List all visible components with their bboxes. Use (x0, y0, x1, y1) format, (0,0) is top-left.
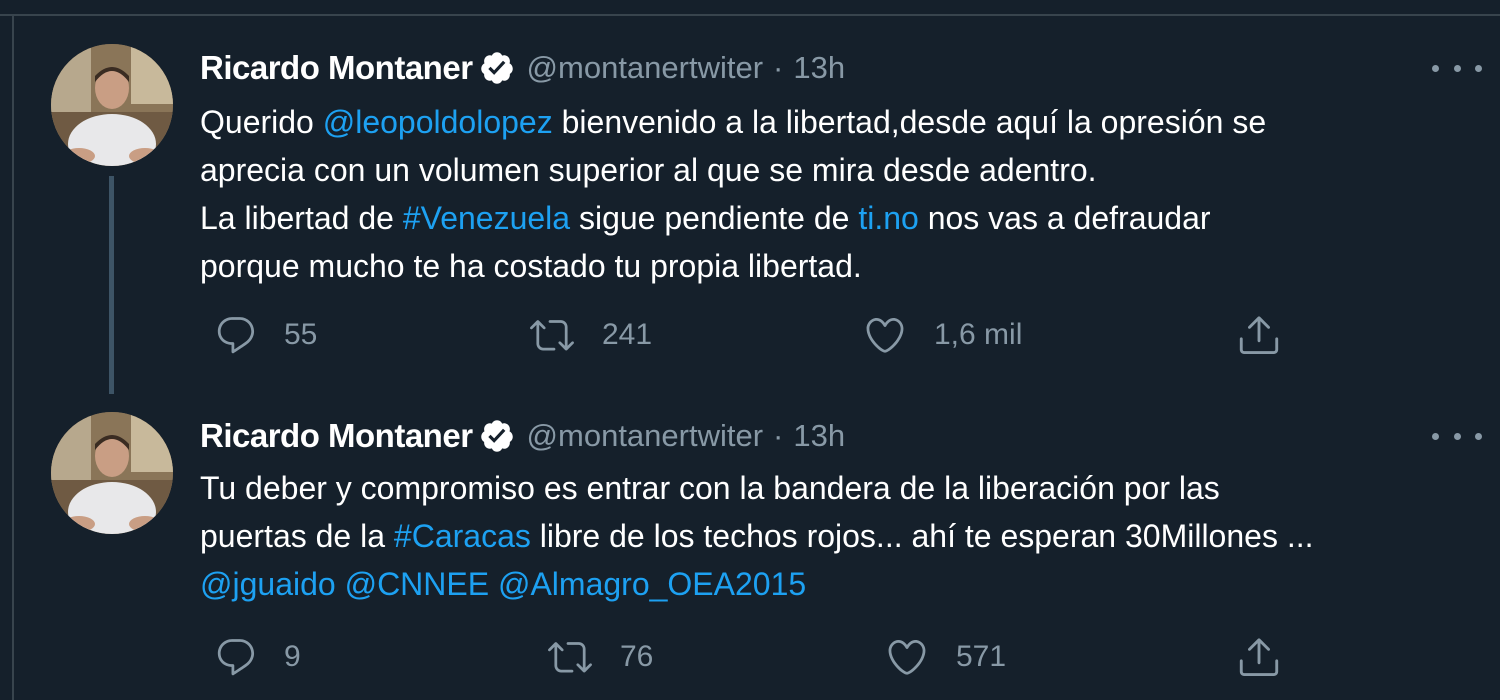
reply-button[interactable]: 55 (214, 310, 317, 360)
retweet-button[interactable]: 241 (528, 310, 652, 360)
reply-button[interactable]: 9 (214, 632, 301, 682)
tweet-header: Ricardo Montaner @montanertwiter · 13h (200, 414, 845, 458)
tweet-header: Ricardo Montaner @montanertwiter · 13h (200, 46, 845, 90)
text-segment (489, 566, 498, 602)
text-link[interactable]: ti.no (858, 200, 918, 236)
dot (1475, 64, 1482, 72)
text-segment: La libertad de (200, 200, 403, 236)
display-name[interactable]: Ricardo Montaner (200, 417, 473, 455)
text-segment: sigue pendiente de (570, 200, 859, 236)
like-count: 571 (956, 640, 1007, 673)
mention-link[interactable]: @Almagro_OEA2015 (498, 566, 806, 602)
more-options-icon[interactable] (1432, 426, 1482, 446)
avatar[interactable] (51, 44, 173, 166)
separator-dot: · (773, 418, 784, 453)
tweet-text-line: @jguaido @CNNEE @Almagro_OEA2015 (200, 560, 1490, 608)
reply-count: 9 (284, 640, 301, 673)
like-count: 1,6 mil (934, 318, 1023, 351)
reply-count: 55 (284, 318, 318, 351)
text-segment: Querido (200, 104, 323, 140)
dot (1453, 432, 1461, 440)
previous-tweet-edge (0, 0, 1500, 16)
share-icon (1239, 316, 1279, 355)
avatar[interactable] (51, 412, 173, 534)
tweet-text-line: La libertad de #Venezuela sigue pendient… (200, 194, 1490, 242)
tweet[interactable]: Ricardo Montaner @montanertwiter · 13h Q… (14, 16, 1500, 394)
like-button[interactable]: 571 (884, 632, 1006, 682)
tweet-actions: 55 241 1,6 mil (200, 310, 1300, 360)
like-button[interactable]: 1,6 mil (862, 310, 1022, 360)
share-button[interactable] (1236, 310, 1282, 360)
text-segment: libre de los techos rojos... ahí te espe… (530, 518, 1314, 554)
text-segment: nos vas a defraudar (918, 200, 1211, 236)
tweet-text: Tu deber y compromiso es entrar con la b… (200, 464, 1490, 608)
separator-dot: · (773, 50, 784, 85)
reply-icon (217, 317, 255, 354)
retweet-count: 241 (602, 318, 653, 351)
hashtag-link[interactable]: #Venezuela (403, 200, 570, 236)
verified-badge-icon (480, 420, 513, 452)
tweet[interactable]: Ricardo Montaner @montanertwiter · 13h T… (14, 394, 1500, 700)
share-icon (1239, 638, 1279, 677)
text-segment (336, 566, 345, 602)
tweet-text-line: Querido @leopoldolopez bienvenido a la l… (200, 98, 1490, 146)
timeline: Ricardo Montaner @montanertwiter · 13h Q… (0, 0, 1500, 700)
user-handle[interactable]: @montanertwiter (527, 50, 764, 86)
mention-link[interactable]: @leopoldolopez (323, 104, 553, 140)
retweet-icon (548, 642, 592, 673)
text-segment: aprecia con un volumen superior al que s… (200, 152, 1097, 188)
text-segment: bienvenido a la libertad,desde aquí la o… (552, 104, 1267, 140)
timestamp[interactable]: 13h (793, 50, 845, 86)
tweet-actions: 9 76 571 (200, 632, 1300, 682)
reply-icon (217, 639, 255, 676)
tweet-text-line: puertas de la #Caracas libre de los tech… (200, 512, 1490, 560)
text-segment: porque mucho te ha costado tu propia lib… (200, 248, 862, 284)
retweet-count: 76 (620, 640, 654, 673)
verified-badge-icon (480, 52, 513, 84)
mention-link[interactable]: @CNNEE (345, 566, 490, 602)
like-icon (866, 317, 904, 353)
user-handle[interactable]: @montanertwiter (527, 418, 764, 454)
mention-link[interactable]: @jguaido (200, 566, 336, 602)
text-segment: Tu deber y compromiso es entrar con la b… (200, 470, 1220, 506)
retweet-icon (530, 320, 574, 351)
text-segment: puertas de la (200, 518, 394, 554)
tweet-text-line: aprecia con un volumen superior al que s… (200, 146, 1490, 194)
like-icon (888, 639, 926, 675)
dot (1432, 432, 1439, 440)
thread-connector-line (109, 176, 114, 394)
tweet-text: Querido @leopoldolopez bienvenido a la l… (200, 98, 1490, 290)
share-button[interactable] (1236, 632, 1282, 682)
dot (1475, 432, 1482, 440)
tweet-text-line: porque mucho te ha costado tu propia lib… (200, 242, 1490, 290)
display-name[interactable]: Ricardo Montaner (200, 49, 473, 87)
more-options-icon[interactable] (1432, 58, 1482, 78)
tweet-text-line: Tu deber y compromiso es entrar con la b… (200, 464, 1490, 512)
hashtag-link[interactable]: #Caracas (394, 518, 531, 554)
dot (1453, 64, 1461, 72)
retweet-button[interactable]: 76 (546, 632, 653, 682)
timestamp[interactable]: 13h (793, 418, 845, 454)
dot (1432, 64, 1439, 72)
